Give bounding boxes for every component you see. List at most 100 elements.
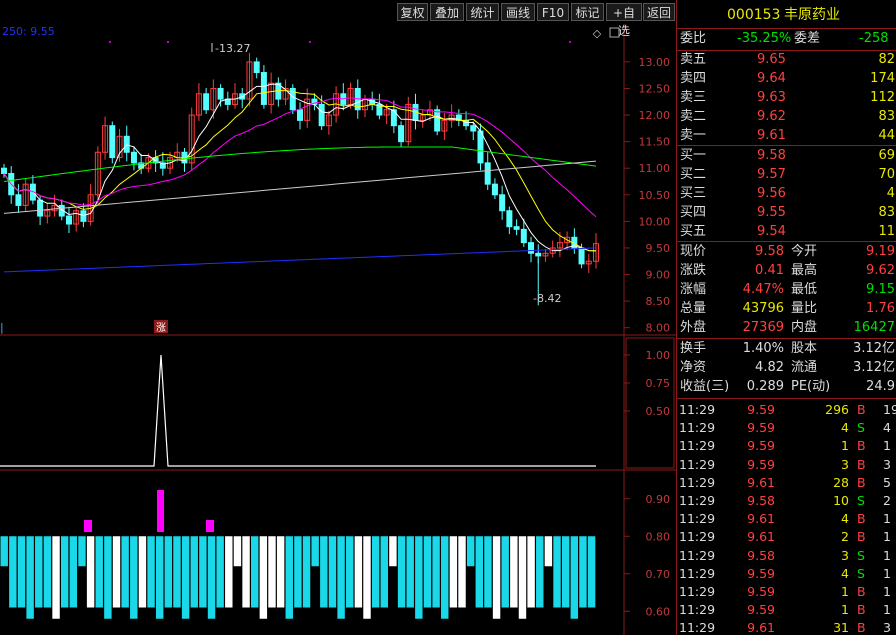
ind2-bar xyxy=(26,536,34,619)
stat-label: 最低 xyxy=(791,282,818,297)
fundamental-row: 换手 1.40% 股本 3.12亿 xyxy=(677,340,896,358)
candle-body xyxy=(578,247,585,265)
ind1-tick-label: 0.50 xyxy=(646,405,671,418)
stat-row: 涨幅 4.47% 最低 9.15 xyxy=(677,281,896,299)
ind2-bar xyxy=(199,536,207,608)
candle-body xyxy=(434,109,441,132)
ind2-bar xyxy=(112,536,121,608)
tick-side: B xyxy=(857,584,866,599)
ind2-bar xyxy=(0,536,8,567)
bid-row: 买四 9.55 83 xyxy=(677,204,896,222)
tick-price: 9.61 xyxy=(747,529,775,545)
fundamental-row: 净资 4.82 流通 3.12亿 xyxy=(677,359,896,377)
tick-vol: 10 xyxy=(833,493,849,508)
tick-row: 11:29 9.59 4 S 4 xyxy=(677,419,896,437)
ind2-signal-bar xyxy=(84,520,92,532)
toolbar-button-7[interactable]: 返回 xyxy=(643,3,675,21)
toolbar-button-6[interactable]: +自选 xyxy=(606,3,642,38)
tick-vol: 1 xyxy=(841,584,849,599)
ind2-bar xyxy=(95,536,103,608)
ind2-bar xyxy=(380,536,388,608)
diamond-icon: ◇ xyxy=(593,27,602,40)
ind2-bar xyxy=(250,536,259,608)
tick-n: 1 xyxy=(883,584,891,599)
tick-price: 9.61 xyxy=(747,620,775,635)
fundamental-label: 流通 xyxy=(791,360,818,375)
candle-body xyxy=(513,226,520,230)
high-label: -13.27 xyxy=(215,42,250,55)
ind2-bar xyxy=(225,536,233,608)
ask-row: 卖四 9.64 174 xyxy=(677,70,896,88)
stat-value: 9.62 xyxy=(866,263,895,278)
toolbar-button-1[interactable]: 叠加 xyxy=(430,3,464,21)
ind2-bar xyxy=(449,536,458,608)
price-tick-label: 12.50 xyxy=(639,82,671,95)
tick-vol: 4 xyxy=(841,420,849,436)
ind2-bar xyxy=(492,536,501,619)
ask-volume: 174 xyxy=(870,71,895,86)
ind2-bar xyxy=(181,536,190,619)
candle-body xyxy=(499,194,506,212)
candle-body xyxy=(109,125,116,159)
ind2-bar xyxy=(173,536,181,608)
fundamental-label: 净资 xyxy=(680,360,707,375)
candle-body xyxy=(318,103,325,127)
stat-label: 今开 xyxy=(791,244,818,259)
ind2-bar xyxy=(363,536,371,619)
weicha-value: -258 xyxy=(859,31,889,46)
ask-label: 卖三 xyxy=(680,90,707,105)
stock-title: 000153 丰原药业 xyxy=(677,5,896,25)
ask-label: 卖二 xyxy=(680,109,707,124)
tick-row: 11:29 9.61 2 B 1 xyxy=(677,528,896,546)
ind2-bar xyxy=(302,536,311,608)
tick-side: S xyxy=(857,565,865,581)
ind2-bar xyxy=(233,536,242,567)
tick-n: 1 xyxy=(883,438,891,454)
stat-label: 现价 xyxy=(680,244,707,259)
bid-label: 买三 xyxy=(680,186,707,201)
ind2-bar xyxy=(397,536,406,608)
ind2-bar xyxy=(544,536,553,567)
bid-volume: 11 xyxy=(878,224,895,239)
candle-body xyxy=(260,72,267,105)
ind1-tick-label: 0.75 xyxy=(646,377,671,390)
ind2-bar xyxy=(138,536,147,608)
ind2-bar xyxy=(527,536,535,608)
tick-n: 5 xyxy=(883,474,891,490)
ma250-line xyxy=(3,247,597,273)
ind2-bar xyxy=(371,536,380,608)
ask-volume: 44 xyxy=(878,128,895,143)
stat-value: 27369 xyxy=(742,320,784,335)
toolbar-button-3[interactable]: 画线 xyxy=(501,3,535,21)
toolbar-button-4[interactable]: F10 xyxy=(537,3,569,21)
ind2-bar xyxy=(458,536,466,608)
bid-row: 买二 9.57 70 xyxy=(677,166,896,184)
ma250-label: 250: 9.55 xyxy=(2,25,55,38)
tick-n: 1 xyxy=(883,529,891,545)
tick-n: 1 xyxy=(883,547,891,563)
tick-side: B xyxy=(857,529,866,545)
toolbar-button-0[interactable]: 复权 xyxy=(397,3,428,21)
tick-time: 11:29 xyxy=(679,456,716,472)
bid-price: 9.58 xyxy=(757,148,786,163)
price-tick-label: 11.00 xyxy=(639,162,671,175)
ask-price: 9.64 xyxy=(757,71,786,86)
tick-n: 1 xyxy=(883,602,891,618)
ind2-bar xyxy=(328,536,337,608)
tick-time: 11:29 xyxy=(679,402,716,417)
candle-body xyxy=(130,151,137,164)
ind2-bar xyxy=(441,536,449,619)
kline-chart[interactable]: 13.00 12.50 12.00 11.50 11.00 10.50 10.00 9.50 9… xyxy=(0,0,676,635)
ind2-bar xyxy=(354,536,363,608)
fundamental-label: 收益(三) xyxy=(680,379,730,394)
toolbar-button-5[interactable]: 标记 xyxy=(571,3,604,21)
candle-body xyxy=(65,215,72,225)
ind2-bar xyxy=(570,536,579,619)
bid-price: 9.56 xyxy=(757,186,786,201)
tick-side: B xyxy=(857,474,866,490)
tick-side: B xyxy=(857,620,866,635)
toolbar-button-2[interactable]: 统计 xyxy=(466,3,499,21)
tick-row: 11:29 9.58 10 S 2 xyxy=(677,492,896,510)
price-tick-label: 10.00 xyxy=(639,215,671,228)
ind2-bar xyxy=(60,536,69,608)
